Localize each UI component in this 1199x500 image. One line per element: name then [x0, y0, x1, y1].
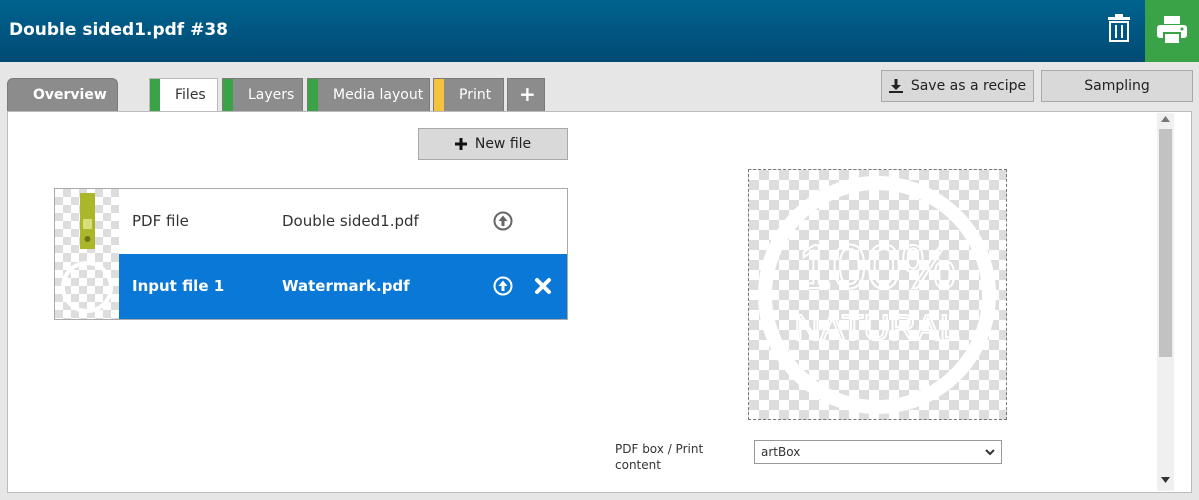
file-row-selected[interactable]: Input file 1 Watermark.pdf	[55, 254, 567, 319]
file-row[interactable]: PDF file Double sided1.pdf	[55, 189, 567, 254]
vertical-scrollbar[interactable]	[1157, 113, 1174, 491]
tab-layers[interactable]: Layers	[222, 78, 303, 111]
plus-icon	[454, 138, 467, 150]
pdf-box-select[interactable]: artBox	[754, 440, 1002, 464]
print-button[interactable]	[1145, 0, 1199, 62]
plus-icon: +	[519, 82, 536, 106]
tab-overview-label: Overview	[33, 87, 107, 103]
add-tab-button[interactable]: +	[507, 78, 545, 111]
status-indicator-green	[308, 79, 318, 111]
file-type: PDF file	[132, 212, 189, 230]
status-indicator-green	[223, 79, 233, 111]
tab-print-label: Print	[459, 87, 492, 103]
new-file-label: New file	[474, 136, 532, 152]
scroll-down-icon[interactable]	[1161, 477, 1170, 483]
file-thumbnail	[55, 189, 119, 254]
close-icon[interactable]	[532, 275, 554, 297]
status-indicator-yellow	[434, 79, 444, 111]
pdf-box-value: artBox	[761, 445, 801, 459]
download-icon	[888, 79, 903, 93]
tab-media-layout-label: Media layout	[333, 87, 424, 103]
file-name: Double sided1.pdf	[282, 212, 419, 230]
title-bar: Double sided1.pdf #38	[0, 0, 1199, 62]
sampling-button[interactable]: Sampling	[1041, 70, 1193, 102]
scroll-up-icon[interactable]	[1161, 116, 1170, 122]
upload-icon[interactable]	[493, 211, 513, 231]
chevron-down-icon	[985, 449, 995, 456]
tab-layers-label: Layers	[248, 87, 295, 103]
sampling-label: Sampling	[1084, 78, 1150, 94]
trash-icon[interactable]	[1107, 14, 1131, 42]
file-list: PDF file Double sided1.pdf Input file 1 …	[54, 188, 568, 320]
save-as-recipe-label: Save as a recipe	[910, 78, 1027, 94]
watermark-text-top: 100%	[798, 233, 957, 302]
status-indicator-green	[150, 79, 160, 112]
watermark-text-bottom: NATURAL	[794, 307, 959, 348]
save-as-recipe-button[interactable]: Save as a recipe	[881, 70, 1034, 102]
file-thumbnail	[55, 254, 119, 319]
tab-overview[interactable]: Overview	[7, 78, 118, 111]
tab-media-layout[interactable]: Media layout	[307, 78, 430, 111]
pdf-box-label: PDF box / Print content	[615, 442, 704, 472]
file-preview: 100% NATURAL	[748, 169, 1007, 420]
upload-icon[interactable]	[493, 276, 513, 296]
tab-files[interactable]: Files	[149, 78, 218, 112]
job-title: Double sided1.pdf #38	[9, 20, 228, 40]
printer-icon	[1157, 16, 1187, 45]
file-type: Input file 1	[132, 277, 225, 295]
tab-files-label: Files	[175, 87, 206, 103]
tab-print[interactable]: Print	[433, 78, 504, 111]
file-name: Watermark.pdf	[282, 277, 410, 295]
new-file-button[interactable]: New file	[418, 128, 568, 160]
scrollbar-thumb[interactable]	[1159, 129, 1172, 357]
